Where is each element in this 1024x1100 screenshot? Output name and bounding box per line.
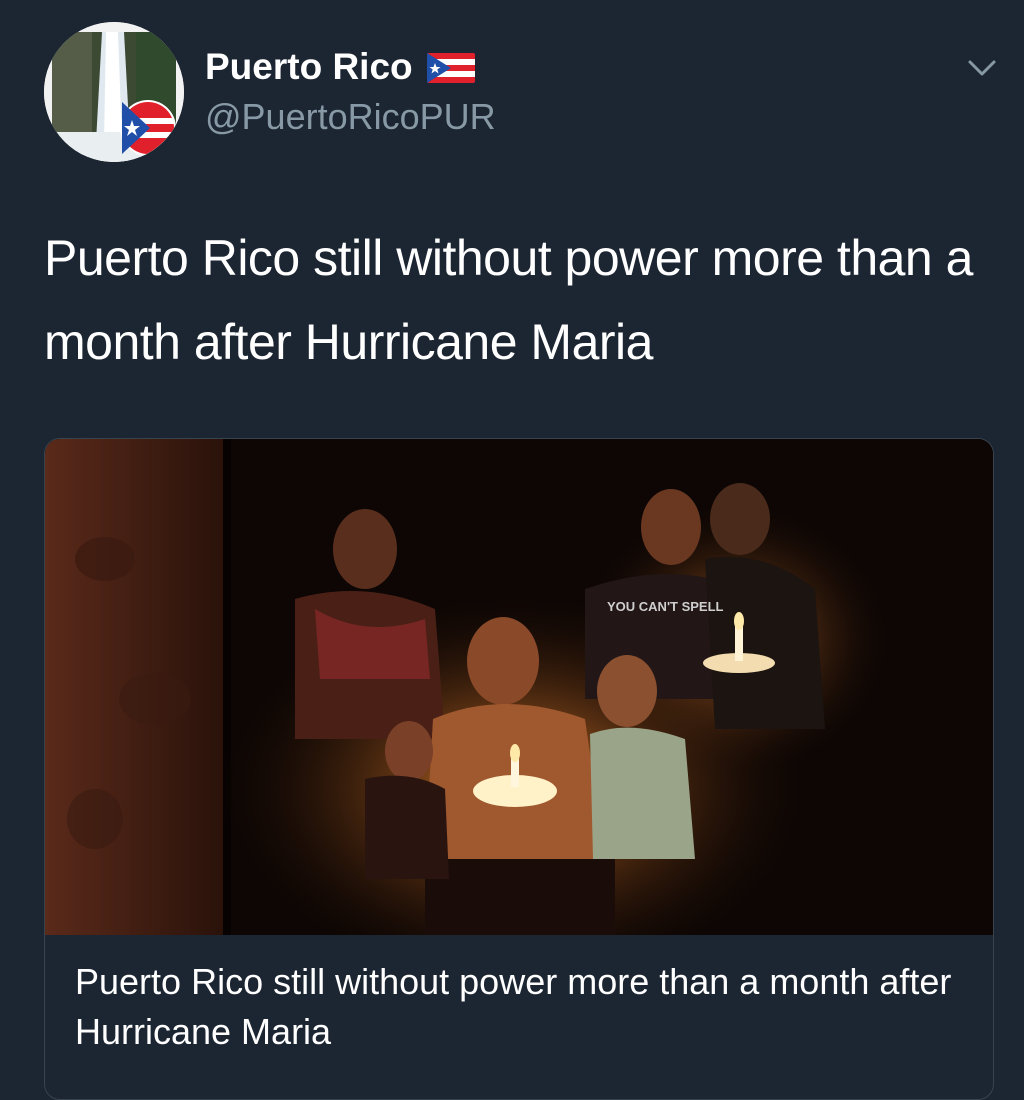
author-display-name[interactable]: Puerto Rico <box>205 44 413 90</box>
link-card[interactable]: YOU CAN'T SPELL Puerto Rico still withou… <box>44 438 994 1100</box>
author-handle[interactable]: @PuertoRicoPUR <box>205 94 496 140</box>
shirt-text: YOU CAN'T SPELL <box>607 599 724 614</box>
profile-avatar[interactable] <box>44 22 184 162</box>
family-candlelight-photo: YOU CAN'T SPELL <box>45 439 993 935</box>
waterfall-avatar-icon <box>44 22 184 162</box>
puerto-rico-flag-icon <box>426 50 475 84</box>
author-name-row[interactable]: Puerto Rico <box>205 44 475 90</box>
tweet: Puerto Rico @PuertoRicoPUR Puerto Rico s… <box>0 0 1024 1100</box>
tweet-text: Puerto Rico still without power more tha… <box>44 230 973 370</box>
card-image[interactable]: YOU CAN'T SPELL <box>45 439 993 935</box>
card-title[interactable]: Puerto Rico still without power more tha… <box>75 957 965 1057</box>
chevron-down-icon[interactable] <box>962 56 1002 82</box>
